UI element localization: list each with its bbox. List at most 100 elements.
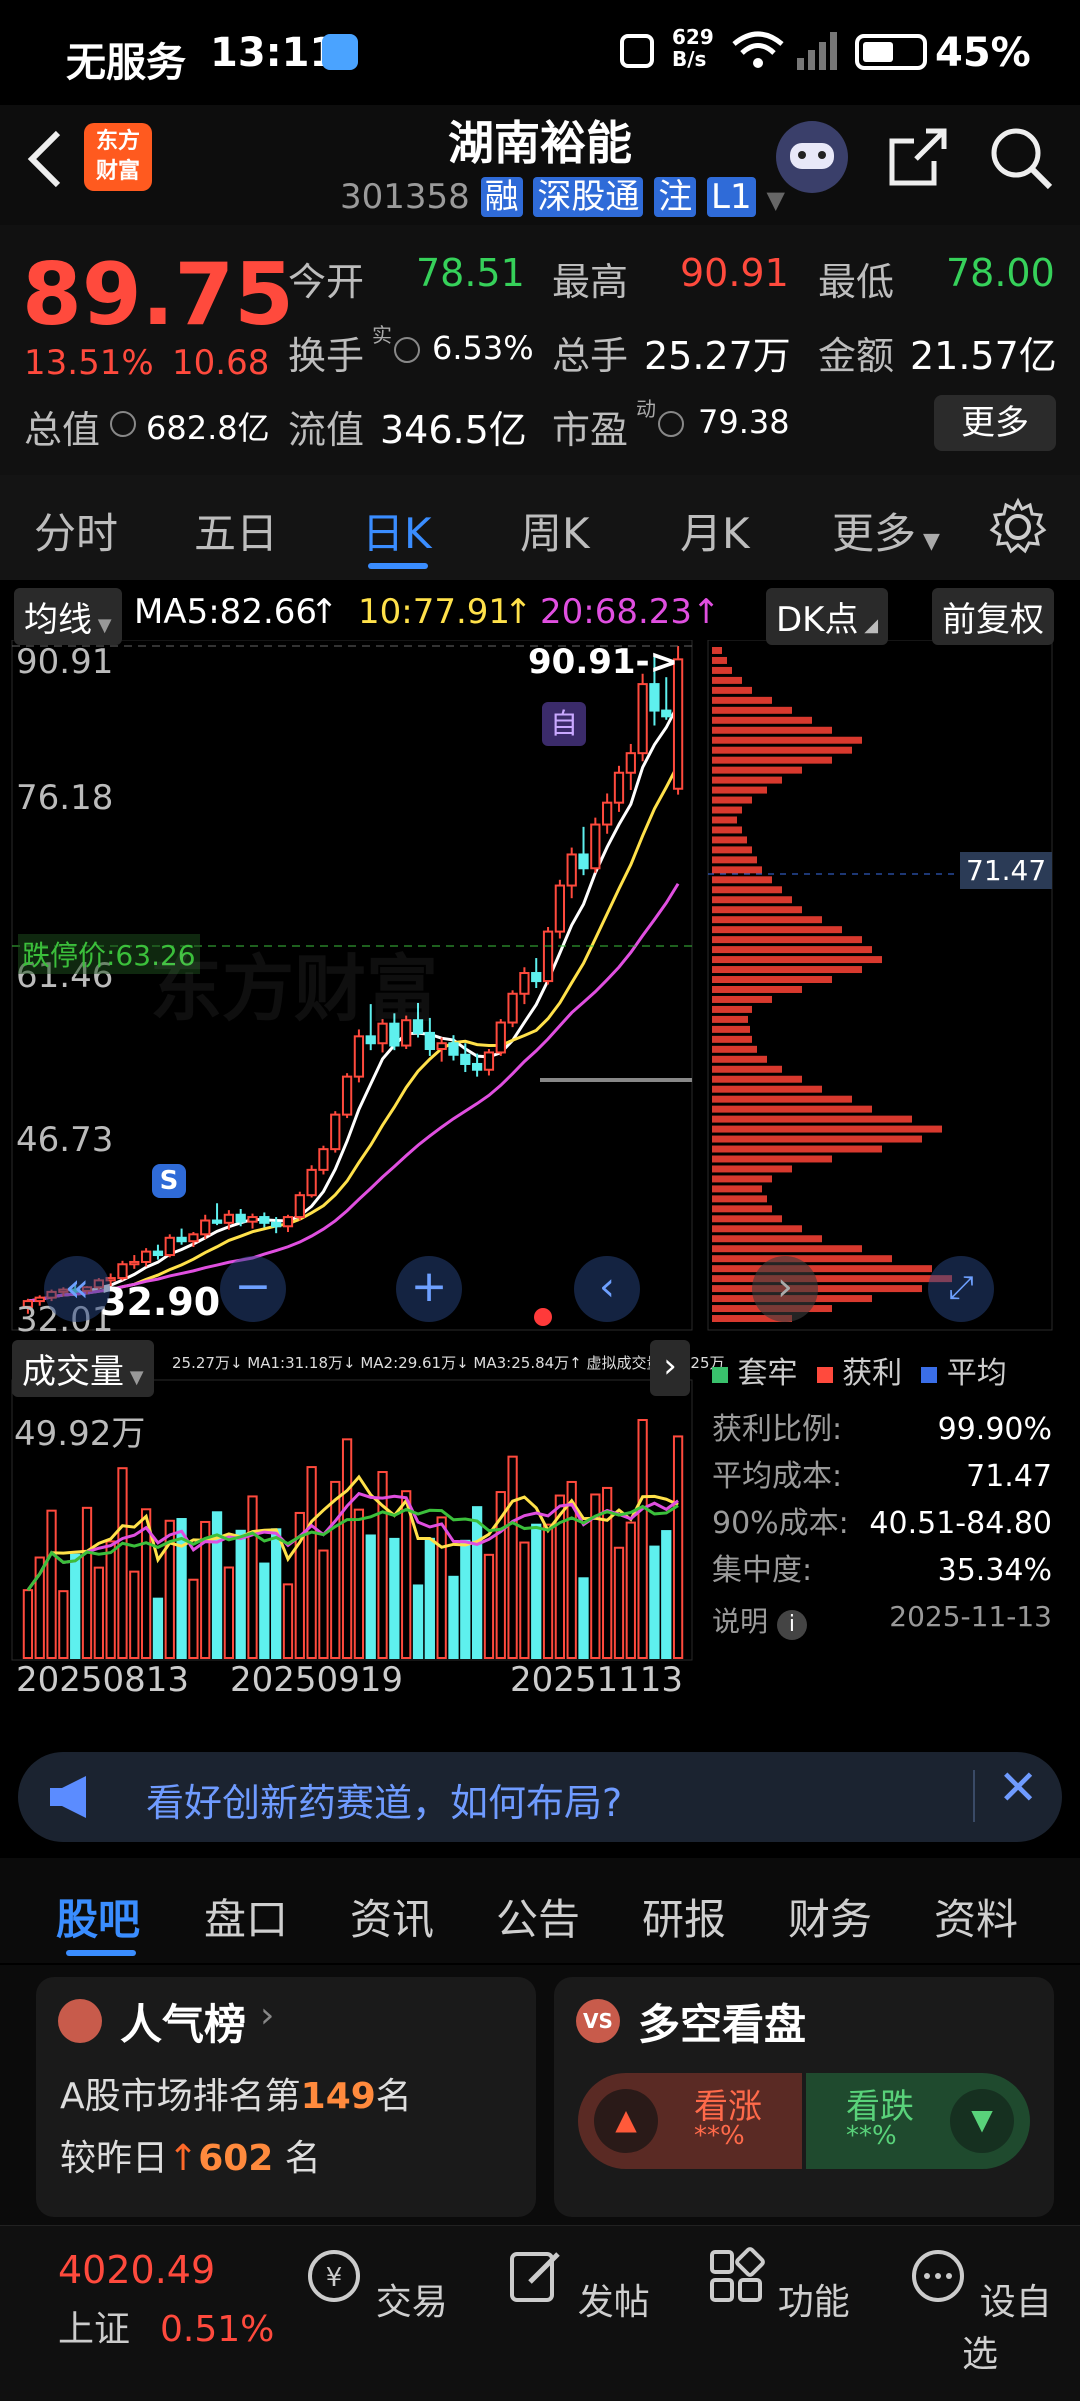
nav-add-watchlist[interactable]: 设自选 xyxy=(900,2246,1060,2377)
adjust-mode-toggle[interactable]: 前复权 xyxy=(932,588,1054,645)
popularity-title: 人气榜 xyxy=(120,2000,247,2049)
volume-expand-button[interactable]: › xyxy=(650,1340,690,1396)
chip-bar xyxy=(712,1195,767,1203)
chip-bar xyxy=(712,1025,750,1033)
popularity-card[interactable]: 人气榜 › A股市场排名第149名 较昨日↑602 名 xyxy=(36,1977,536,2217)
index-ticker[interactable]: 4020.49 上证 0.51% xyxy=(58,2248,274,2352)
candle-body xyxy=(294,1194,305,1219)
chip-bar xyxy=(712,1165,792,1173)
dk-point-toggle[interactable]: DK点 ◢ xyxy=(766,588,889,645)
candle-body xyxy=(306,1168,317,1197)
sell-signal-marker[interactable]: S xyxy=(152,1164,186,1198)
share-icon[interactable] xyxy=(886,125,950,189)
date-label-2: 20250919 xyxy=(230,1660,404,1700)
tab-monthly-k[interactable]: 月K xyxy=(680,500,750,561)
zoom-out-button[interactable]: − xyxy=(220,1256,286,1322)
candle-body xyxy=(531,972,542,983)
candle-body xyxy=(542,930,554,983)
chip-bar xyxy=(712,736,862,744)
volume-bar xyxy=(22,1589,34,1659)
chip-bar xyxy=(712,1205,772,1213)
chip-bar xyxy=(712,926,842,934)
date-label-3: 20251113 xyxy=(510,1660,684,1700)
promo-banner[interactable]: 看好创新药赛道，如何布局? ✕ xyxy=(18,1752,1062,1842)
info-icon[interactable] xyxy=(394,337,420,363)
chip-row: 90%成本: 40.51-84.80 xyxy=(712,1506,1052,1541)
more-dots-icon xyxy=(912,2250,965,2302)
zoom-in-button[interactable]: + xyxy=(396,1256,462,1322)
nav-trade[interactable]: ¥ 交易 xyxy=(296,2246,456,2325)
low-label: 最低 xyxy=(818,260,895,304)
tab-daily-k[interactable]: 日K xyxy=(362,500,432,561)
robot-assistant-icon[interactable] xyxy=(776,121,848,193)
candle-body xyxy=(152,1250,164,1257)
tab-intraday[interactable]: 分时 xyxy=(34,500,118,561)
volume-bar xyxy=(649,1545,660,1659)
search-icon[interactable] xyxy=(988,125,1054,191)
bullish-button[interactable]: ▲ 看涨 **% xyxy=(578,2073,802,2169)
battery-icon xyxy=(855,34,927,70)
scroll-left-button[interactable]: ‹ xyxy=(574,1256,640,1322)
tab-news[interactable]: 资讯 xyxy=(350,1886,434,1947)
tab-weekly-k[interactable]: 周K xyxy=(520,500,590,561)
settings-gear-icon[interactable] xyxy=(988,497,1048,557)
quote-panel: 89.75 13.51% 10.68 今开 78.51 最高 90.91 最低 … xyxy=(0,225,1080,475)
ma20-arrow: ↑ xyxy=(692,592,721,632)
fullscreen-icon[interactable]: ⤢ xyxy=(928,1256,994,1322)
candle-body xyxy=(176,1236,187,1243)
float-label: 流值 xyxy=(288,408,365,452)
tab-more[interactable]: 更多 ▼ xyxy=(832,500,940,561)
ma-selector[interactable]: 均线 ▼ xyxy=(14,588,122,645)
self-select-marker[interactable]: 自 xyxy=(542,702,586,746)
chip-row: 平均成本: 71.47 xyxy=(712,1459,1052,1494)
volume-bar xyxy=(377,1471,388,1660)
scroll-start-button[interactable]: « xyxy=(44,1256,110,1322)
nav-post[interactable]: 发帖 xyxy=(498,2246,658,2325)
volume-bar xyxy=(353,1508,365,1660)
chip-note-link[interactable]: 说明 i xyxy=(712,1600,807,1640)
tab-orderbook[interactable]: 盘口 xyxy=(204,1886,288,1947)
info-icon[interactable] xyxy=(658,411,684,437)
chevron-down-icon: ▼ xyxy=(124,1367,144,1388)
candle-body xyxy=(140,1250,152,1263)
profit-swatch xyxy=(816,1367,833,1383)
candle-body xyxy=(211,1219,223,1224)
tab-finance[interactable]: 财务 xyxy=(788,1886,872,1947)
open-value: 78.51 xyxy=(416,251,525,295)
chip-bar xyxy=(712,786,767,794)
volume-bar xyxy=(401,1490,412,1659)
volume-bar xyxy=(436,1516,447,1659)
volume-bar xyxy=(330,1480,341,1659)
ma5-legend: MA5:82.66 xyxy=(134,592,318,632)
volume-bar xyxy=(259,1562,270,1659)
volume-bar xyxy=(271,1528,282,1659)
volume-bar xyxy=(223,1566,235,1659)
tab-profile[interactable]: 资料 xyxy=(934,1886,1018,1947)
chip-bar xyxy=(712,1055,767,1063)
bull-bear-card[interactable]: VS 多空看盘 ▲ 看涨 **% 看跌 **% ▼ xyxy=(554,1977,1054,2217)
chip-bar xyxy=(712,1225,802,1233)
tab-announcements[interactable]: 公告 xyxy=(496,1886,580,1947)
bearish-button[interactable]: 看跌 **% ▼ xyxy=(806,2073,1030,2169)
trapped-swatch xyxy=(712,1367,728,1383)
volume-indicator-selector[interactable]: 成交量 ▼ xyxy=(12,1340,154,1397)
candle-body xyxy=(353,1035,365,1078)
clock: 13:11 xyxy=(210,30,338,76)
tab-forum[interactable]: 股吧 xyxy=(56,1886,140,1947)
nav-functions[interactable]: 功能 xyxy=(698,2246,858,2325)
chip-bar xyxy=(712,647,722,654)
info-icon[interactable] xyxy=(110,411,136,437)
chip-bar xyxy=(712,1155,832,1163)
more-quote-button[interactable]: 更多 xyxy=(934,395,1056,451)
scroll-right-button[interactable]: › xyxy=(752,1256,818,1322)
close-icon[interactable]: ✕ xyxy=(998,1760,1038,1816)
weather-icon xyxy=(322,34,358,70)
chip-bar xyxy=(712,726,832,734)
chevron-down-icon[interactable]: ▼ xyxy=(766,186,784,214)
high-label: 最高 xyxy=(552,260,629,304)
tab-research[interactable]: 研报 xyxy=(642,1886,726,1947)
candle-body xyxy=(341,1075,353,1116)
tab-five-day[interactable]: 五日 xyxy=(194,500,278,561)
high-value: 90.91 xyxy=(680,251,789,295)
candle-body xyxy=(613,771,625,804)
